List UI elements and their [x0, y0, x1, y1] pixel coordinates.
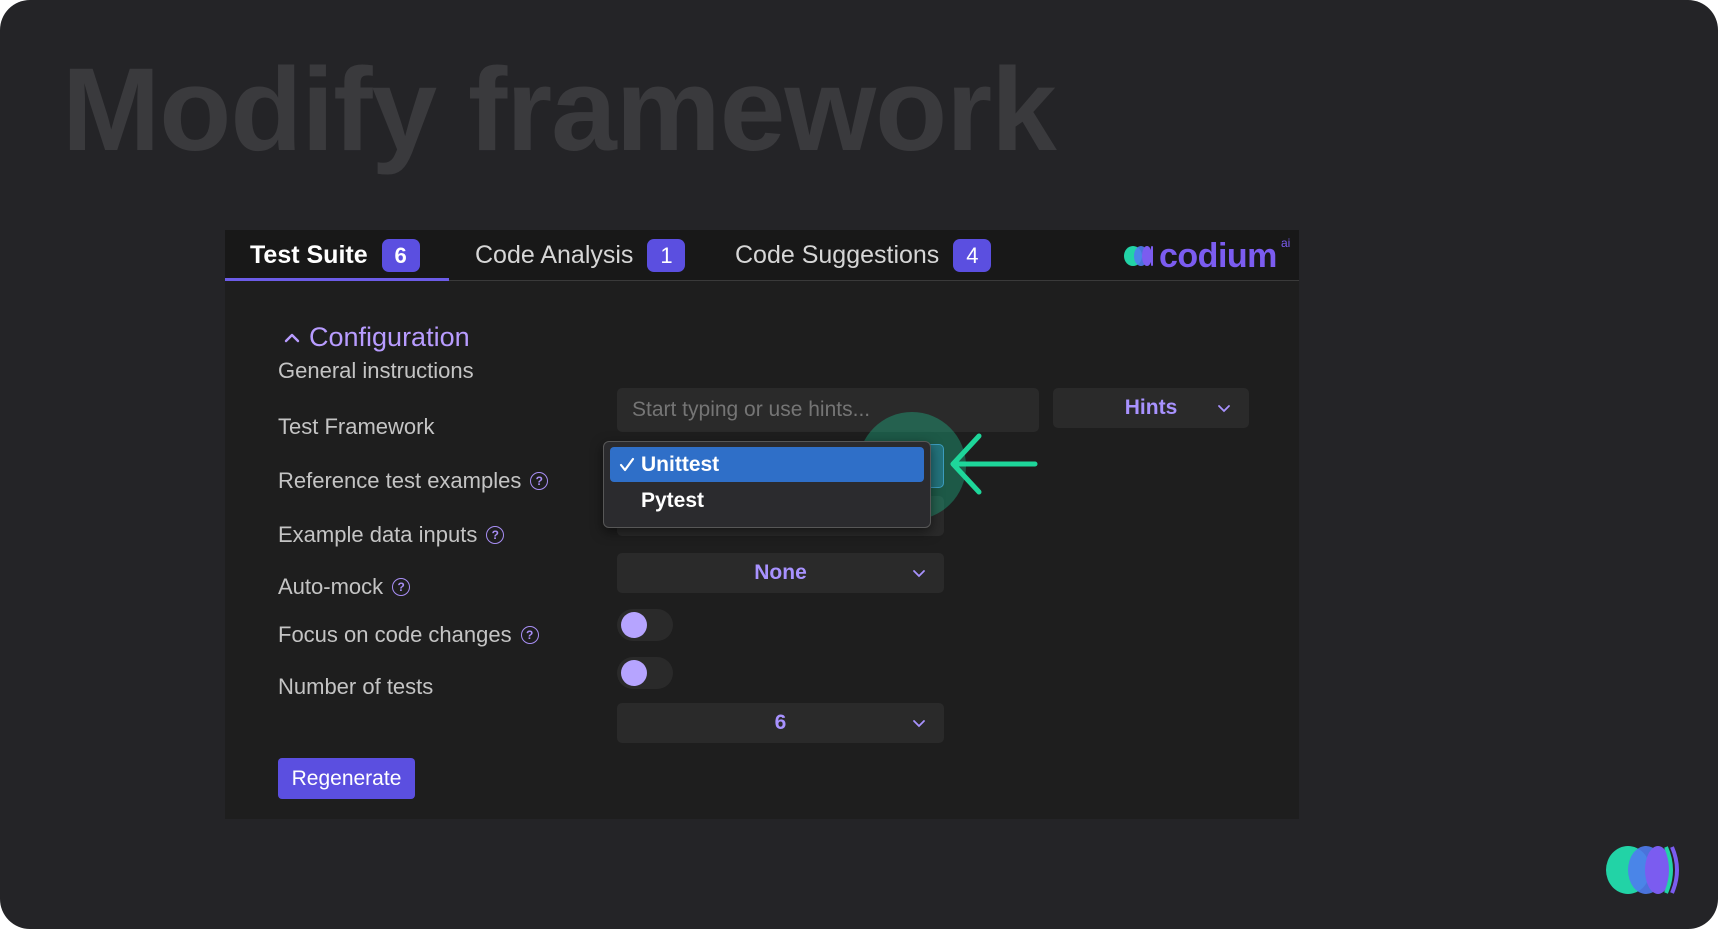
configuration-title: Configuration — [309, 322, 470, 352]
checkmark-icon — [619, 457, 635, 472]
tab-label: Code Analysis — [475, 241, 634, 269]
label-text: Focus on code changes — [278, 622, 512, 647]
hints-dropdown[interactable]: Hints — [1053, 388, 1249, 428]
help-icon[interactable]: ? — [530, 472, 549, 490]
tab-count-badge: 6 — [381, 239, 420, 272]
chevron-down-icon — [1218, 405, 1230, 413]
label-text: Number of tests — [278, 674, 434, 699]
chevron-up-icon — [284, 333, 300, 342]
codium-panel: Test Suite 6 Code Analysis 1 Code Sugges… — [225, 230, 1299, 819]
help-icon[interactable]: ? — [486, 526, 505, 544]
number-of-tests-label: Number of tests — [278, 674, 433, 700]
slide-frame: Modify framework Test Suite 6 Code Analy… — [0, 0, 1718, 929]
focus-on-code-changes-toggle[interactable] — [617, 657, 673, 689]
help-icon[interactable]: ? — [520, 626, 539, 644]
option-label: Pytest — [641, 488, 705, 512]
tab-code-analysis[interactable]: Code Analysis 1 — [475, 230, 686, 281]
tab-count-badge: 4 — [953, 239, 992, 272]
select-value: None — [754, 561, 807, 584]
dropdown-option-pytest[interactable]: Pytest — [610, 483, 924, 518]
auto-mock-toggle[interactable] — [617, 609, 673, 641]
example-data-inputs-label: Example data inputs ? — [278, 522, 505, 548]
reference-test-examples-label: Reference test examples ? — [278, 468, 549, 494]
tab-code-suggestions[interactable]: Code Suggestions 4 — [735, 230, 992, 281]
label-text: Auto-mock — [278, 574, 384, 599]
toggle-knob — [621, 660, 647, 686]
dropdown-option-unittest[interactable]: Unittest — [610, 447, 924, 482]
codium-mark-icon — [1124, 246, 1153, 266]
tab-label: Code Suggestions — [735, 241, 940, 269]
test-framework-dropdown-menu: Unittest Pytest — [603, 441, 931, 528]
tab-test-suite[interactable]: Test Suite 6 — [250, 230, 420, 281]
toggle-knob — [621, 612, 647, 638]
regenerate-button[interactable]: Regenerate — [278, 758, 415, 799]
example-data-inputs-select[interactable]: None — [617, 553, 944, 593]
label-text: Example data inputs — [278, 522, 478, 547]
tab-bar: Test Suite 6 Code Analysis 1 Code Sugges… — [225, 230, 1299, 281]
active-tab-indicator — [225, 278, 449, 281]
codium-ai-superscript: ai — [1281, 236, 1291, 250]
general-instructions-label: General instructions — [278, 358, 474, 384]
option-label: Unittest — [641, 452, 720, 476]
focus-on-code-changes-label: Focus on code changes ? — [278, 622, 539, 648]
hints-label: Hints — [1124, 396, 1178, 419]
tab-count-badge: 1 — [647, 239, 686, 272]
codium-corner-logo-icon — [1606, 846, 1679, 894]
number-of-tests-select[interactable]: 6 — [617, 703, 944, 743]
label-text: Reference test examples — [278, 468, 522, 493]
label-text: Test Framework — [278, 414, 435, 439]
auto-mock-label: Auto-mock ? — [278, 574, 411, 600]
slide-headline: Modify framework — [62, 44, 1057, 176]
test-framework-label: Test Framework — [278, 414, 434, 440]
annotation-arrow-icon — [950, 433, 1038, 495]
codium-wordmark: codium — [1159, 236, 1277, 275]
chevron-down-icon — [913, 570, 925, 578]
help-icon[interactable]: ? — [392, 578, 411, 596]
select-value: 6 — [774, 711, 787, 734]
chevron-down-icon — [913, 720, 925, 728]
general-instructions-input[interactable] — [617, 388, 1039, 432]
codium-logo: codium ai — [1123, 234, 1290, 278]
tab-label: Test Suite — [250, 241, 368, 269]
configuration-toggle[interactable]: Configuration — [283, 322, 470, 353]
label-text: General instructions — [278, 358, 474, 383]
